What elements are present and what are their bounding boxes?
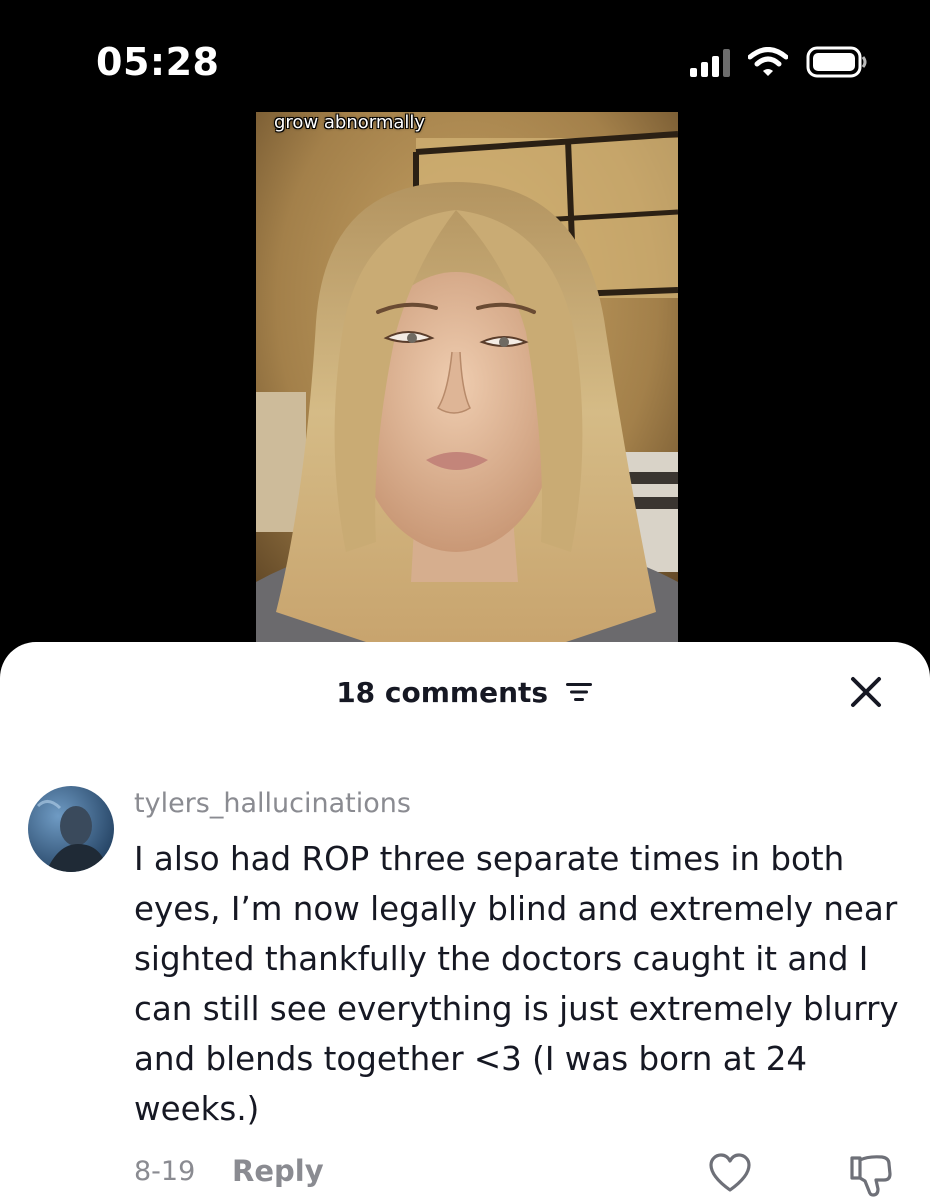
comment-username[interactable]: tylers_hallucinations: [134, 788, 411, 819]
status-icons: [690, 44, 868, 80]
close-icon[interactable]: [846, 672, 886, 712]
video-player[interactable]: grow abnormally: [256, 112, 678, 652]
heart-icon[interactable]: [708, 1152, 752, 1196]
comment-date: 8-19: [134, 1156, 196, 1187]
comments-sheet: 18 comments tylers_hallucinations I also…: [0, 642, 930, 1200]
comments-header: 18 comments: [0, 674, 930, 709]
avatar[interactable]: [28, 786, 114, 872]
battery-icon: [806, 46, 867, 78]
sort-filter-icon[interactable]: [564, 679, 594, 705]
status-time: 05:28: [96, 40, 220, 84]
avatar-image: [28, 786, 114, 872]
wifi-icon: [748, 47, 788, 76]
cellular-signal-icon: [690, 47, 730, 77]
video-frame-image: [256, 112, 678, 652]
reply-button[interactable]: Reply: [232, 1154, 324, 1188]
thumbs-down-icon[interactable]: [848, 1152, 894, 1198]
comment-text: I also had ROP three separate times in b…: [134, 840, 899, 1128]
video-caption: grow abnormally: [274, 112, 426, 133]
screen: 05:28 grow abnormally 18 comments tylers…: [0, 0, 930, 1200]
comment-count: 18 comments: [336, 675, 549, 709]
